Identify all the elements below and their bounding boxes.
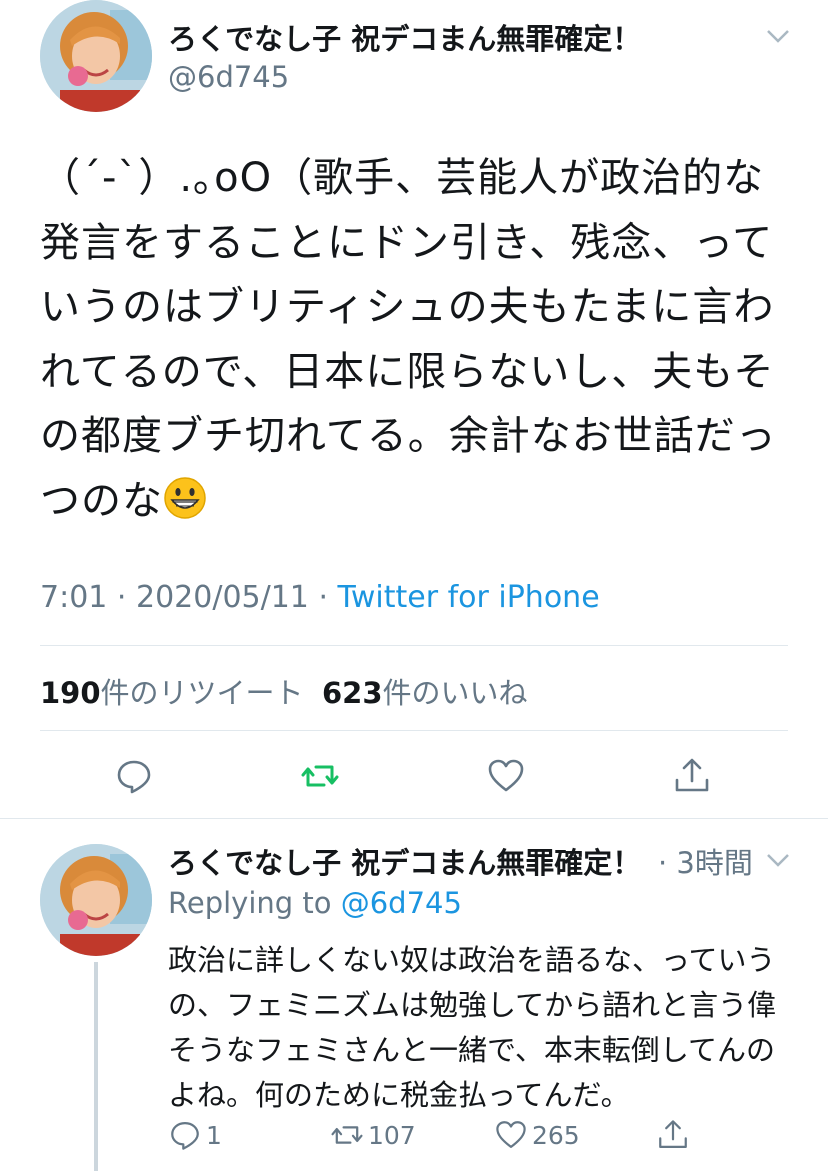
reply-icon xyxy=(171,1121,199,1150)
retweet-count[interactable]: 190 xyxy=(40,676,101,710)
reply-like-button[interactable]: 265 xyxy=(494,1117,580,1153)
author-avatar[interactable] xyxy=(40,0,152,112)
share-icon[interactable] xyxy=(672,756,712,796)
reply-author-avatar[interactable] xyxy=(40,844,152,956)
divider xyxy=(40,645,788,646)
reply-text: 政治に詳しくない奴は政治を語るな、っていうの、フェミニズムは勉強してから語れと言… xyxy=(168,943,777,1112)
retweet-count-label[interactable]: 件のリツイート xyxy=(101,676,304,710)
reply-timestamp[interactable]: · 3時間 xyxy=(658,840,753,882)
like-icon xyxy=(496,1121,526,1149)
tweet-source-link[interactable]: Twitter for iPhone xyxy=(338,580,600,615)
divider xyxy=(40,730,788,731)
divider xyxy=(0,818,828,819)
tweet-time: 7:01 xyxy=(40,580,108,615)
reply-reply-count: 1 xyxy=(206,1120,222,1150)
reply-share-button[interactable] xyxy=(656,1117,690,1153)
like-count[interactable]: 623 xyxy=(322,676,383,710)
retweet-icon[interactable] xyxy=(300,756,340,796)
replying-to-label: Replying to xyxy=(168,886,332,920)
chevron-down-icon[interactable] xyxy=(764,848,792,872)
replying-to: Replying to @6d745 xyxy=(168,886,462,920)
tweet-meta: 7:01 · 2020/05/11 · Twitter for iPhone xyxy=(40,580,600,615)
author-handle[interactable]: @6d745 xyxy=(168,60,289,94)
like-count-label[interactable]: 件のいいね xyxy=(383,676,528,710)
share-icon xyxy=(659,1120,687,1149)
tweet-date: 2020/05/11 xyxy=(135,580,309,615)
reply-retweet-button[interactable]: 107 xyxy=(330,1117,416,1153)
reply-author-display-name[interactable]: ろくでなし子 祝デコまん無罪確定！ xyxy=(168,840,641,882)
reply-retweet-count: 107 xyxy=(368,1120,416,1150)
tweet-text: （´-`）.｡oO（歌手、芸能人が政治的な発言をすることにドン引き、残念、ってい… xyxy=(40,146,800,533)
reply-reply-button[interactable]: 1 xyxy=(168,1117,222,1153)
reply-like-count: 265 xyxy=(532,1120,580,1150)
tweet-stats: 190件のリツイート 623件のいいね xyxy=(40,670,528,712)
tweet-text-body: （´-`）.｡oO（歌手、芸能人が政治的な発言をすることにドン引き、残念、ってい… xyxy=(40,155,777,524)
grinning-face-emoji-icon xyxy=(163,475,207,519)
author-display-name[interactable]: ろくでなし子 祝デコまん無罪確定！ xyxy=(168,16,641,58)
chevron-down-icon[interactable] xyxy=(764,24,792,48)
retweet-icon xyxy=(331,1126,363,1144)
reply-icon[interactable] xyxy=(114,756,154,796)
like-icon[interactable] xyxy=(486,756,526,796)
replying-to-mention[interactable]: @6d745 xyxy=(341,886,462,920)
thread-line xyxy=(94,962,98,1171)
